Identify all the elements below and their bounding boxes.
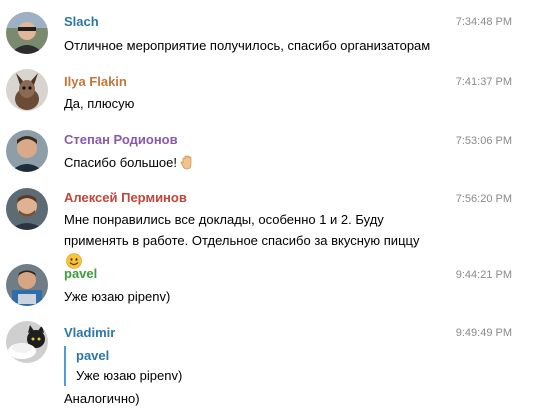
message-time: 7:56:20 PM [455,193,512,205]
message-item: Ilya Flakin 7:41:37 PM Да, плюсую [0,60,535,120]
reply-quote[interactable]: pavel Уже юзаю pipenv) [64,346,484,386]
avatar[interactable] [6,12,48,54]
avatar[interactable] [6,130,48,172]
avatar[interactable] [6,264,48,306]
message-author[interactable]: Vladimir [64,325,115,341]
message-time: 7:53:06 PM [455,135,512,147]
reply-author: pavel [76,348,110,363]
message-time: 7:41:37 PM [455,76,512,88]
message-time: 9:49:49 PM [455,327,512,339]
avatar[interactable] [6,188,48,230]
raised-hand-emoji [179,154,195,170]
avatar[interactable] [6,69,48,111]
message-item: Степан Родионов 7:53:06 PM Спасибо больш… [0,120,535,180]
message-text: Да, плюсую [64,96,135,111]
message-text: Отличное мероприятие получилось, спасибо… [64,38,431,53]
message-text: Уже юзаю pipenv) [64,289,171,304]
message-text: Аналогично) [64,391,140,406]
message-author[interactable]: Ilya Flakin [64,74,127,90]
message-item: pavel 9:44:21 PM Уже юзаю pipenv) [0,260,535,320]
avatar[interactable] [6,321,48,363]
message-text-content: Мне понравились все доклады, особенно 1 … [64,212,420,248]
message-text: Спасибо большое! [64,152,484,173]
message-time: 7:34:48 PM [455,16,512,28]
message-author[interactable]: Алексей Перминов [64,190,187,206]
message-text-content: Спасибо большое! [64,155,177,170]
message-item: Vladimir 9:49:49 PM pavel Уже юзаю pipen… [0,320,535,418]
message-item: Slach 7:34:48 PM Отличное мероприятие по… [0,0,535,60]
message-item: Алексей Перминов 7:56:20 PM Мне понравил… [0,180,535,269]
message-author[interactable]: pavel [64,266,97,282]
message-time: 9:44:21 PM [455,269,512,281]
reply-text: Уже юзаю pipenv) [76,368,183,383]
message-author[interactable]: Степан Родионов [64,132,178,148]
message-author[interactable]: Slach [64,14,99,30]
